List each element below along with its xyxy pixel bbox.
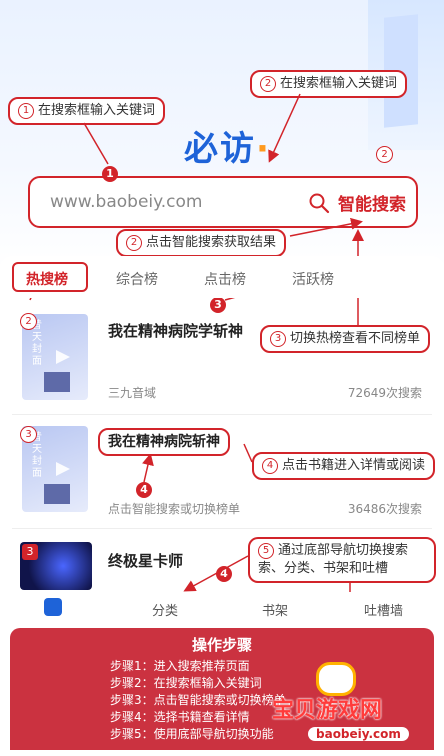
- step-item: 步骤2：在搜索框输入关键词: [110, 676, 262, 690]
- cover-box-graphic: [44, 484, 70, 504]
- tab-highlight: [12, 262, 88, 292]
- rank-badge: 3: [22, 544, 38, 560]
- rank-marker: 3: [20, 426, 37, 443]
- watermark-text: 宝贝游戏网: [272, 698, 383, 723]
- divider: [12, 528, 432, 529]
- gamepad-icon: [316, 662, 356, 696]
- book-title-highlight[interactable]: 我在精神病院斩神: [98, 428, 230, 456]
- step-item: 步骤3：点击智能搜索或切换榜单: [110, 693, 286, 707]
- search-nav-icon[interactable]: [44, 598, 62, 616]
- cover-box-graphic: [44, 372, 70, 392]
- steps-title: 操作步骤: [191, 636, 252, 654]
- divider: [12, 414, 432, 415]
- search-count: 36486次搜索: [347, 502, 422, 516]
- book-list-item[interactable]: 昔天封面 3 我在精神病院斩神 点击智能搜索或切换榜单 36486次搜索: [0, 420, 444, 520]
- step-item: 步骤1：进入搜索推荐页面: [110, 659, 250, 673]
- tab-active[interactable]: 活跃榜: [292, 269, 334, 289]
- step-item: 步骤4：选择书籍查看详情: [110, 710, 250, 724]
- nav-category[interactable]: 分类: [152, 600, 178, 619]
- nav-comment-wall[interactable]: 吐槽墙: [364, 600, 403, 619]
- tab-overall[interactable]: 综合榜: [116, 269, 158, 289]
- book-title[interactable]: 终极星卡师: [108, 550, 183, 571]
- paper-plane-icon: [56, 350, 70, 364]
- book-title: 我在精神病院斩神: [108, 434, 220, 450]
- book-author: 三九音域: [108, 386, 157, 400]
- book-list-item[interactable]: 昔天封面 2 我在精神病院学斩神 三九音域 72649次搜索: [0, 308, 444, 408]
- tab-clicks[interactable]: 点击榜: [204, 269, 246, 289]
- search-count: 72649次搜索: [347, 386, 422, 400]
- step-item: 步骤5：使用底部导航切换功能: [110, 727, 274, 741]
- book-title[interactable]: 我在精神病院学斩神: [108, 320, 243, 341]
- rank-marker: 2: [20, 313, 37, 330]
- watermark-url: baobeiy.com: [308, 727, 409, 741]
- nav-bookshelf[interactable]: 书架: [262, 600, 288, 619]
- paper-plane-icon: [56, 462, 70, 476]
- book-list-item[interactable]: 3 终极星卡师: [0, 538, 444, 592]
- book-hint: 点击智能搜索或切换榜单: [108, 502, 241, 516]
- bottom-navigation: 分类 书架 吐槽墙: [0, 592, 444, 628]
